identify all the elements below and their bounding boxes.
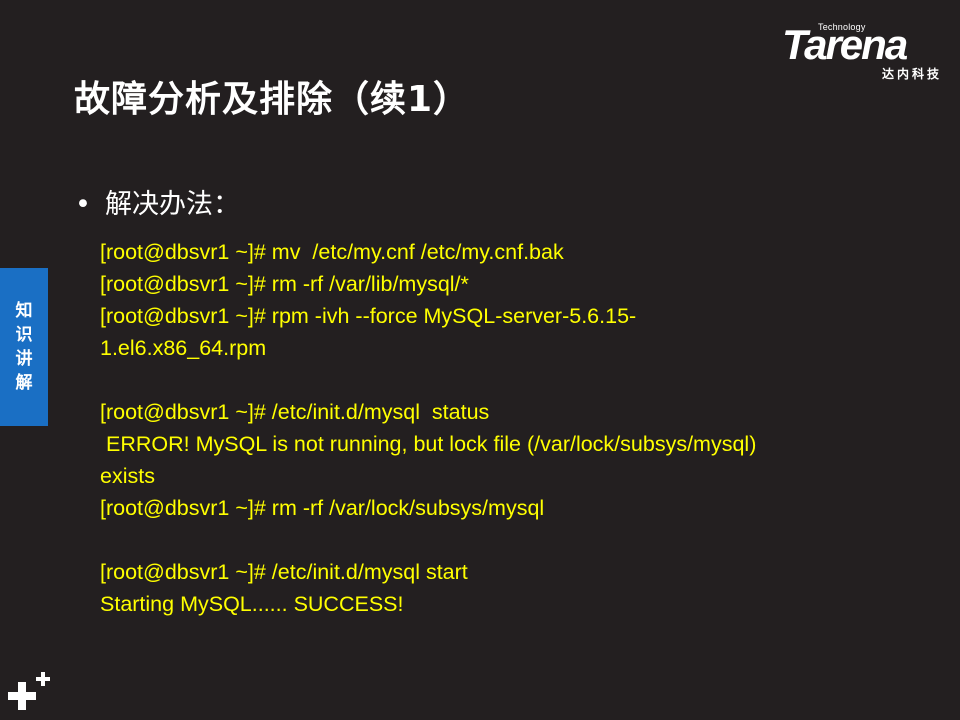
side-tab-char: 识 — [15, 325, 33, 345]
tarena-logo: Tarena Technology 达内科技 — [782, 22, 946, 82]
code-line: Starting MySQL...... SUCCESS! — [100, 592, 404, 616]
code-line: ERROR! MySQL is not running, but lock fi… — [100, 432, 757, 456]
slide-title: 故障分析及排除（续1） — [74, 79, 471, 120]
code-line: [root@dbsvr1 ~]# rpm -ivh --force MySQL-… — [100, 304, 637, 328]
code-line: [root@dbsvr1 ~]# mv /etc/my.cnf /etc/my.… — [100, 240, 564, 264]
slide: Tarena Technology 达内科技 故障分析及排除（续1） • 解决办法… — [0, 0, 960, 720]
side-tab-knowledge: 知 识 讲 解 — [0, 268, 48, 426]
logo-chinese: 达内科技 — [881, 67, 942, 81]
code-line: [root@dbsvr1 ~]# rm -rf /var/lock/subsys… — [100, 496, 545, 520]
code-line: [root@dbsvr1 ~]# /etc/init.d/mysql start — [100, 560, 468, 584]
side-tab-char: 解 — [15, 373, 33, 393]
code-line: 1.el6.x86_64.rpm — [100, 336, 267, 360]
side-tab-char: 讲 — [15, 349, 33, 369]
side-tab-char: 知 — [15, 301, 33, 321]
bullet-text: 解决办法： — [105, 189, 240, 220]
code-block: [root@dbsvr1 ~]# mv /etc/my.cnf /etc/my.… — [100, 236, 900, 620]
code-line: [root@dbsvr1 ~]# /etc/init.d/mysql statu… — [100, 400, 490, 424]
bullet-item: • 解决办法： — [75, 182, 240, 221]
plus-icon — [8, 672, 50, 710]
code-line: [root@dbsvr1 ~]# rm -rf /var/lib/mysql/* — [100, 272, 469, 296]
code-line: exists — [100, 464, 155, 488]
logo-tagline: Technology — [818, 22, 866, 32]
bullet-dot-icon: • — [75, 189, 91, 220]
